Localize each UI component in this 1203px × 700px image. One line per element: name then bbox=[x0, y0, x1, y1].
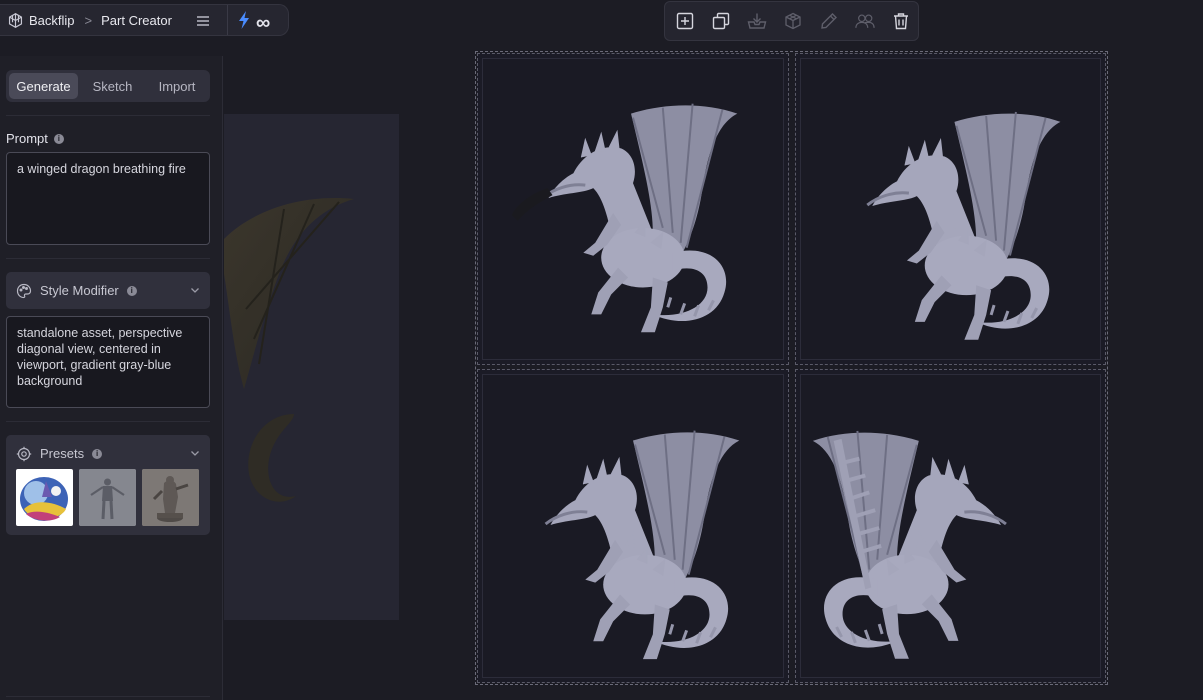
canvas-toolbar bbox=[664, 1, 919, 41]
style-modifier-input[interactable]: standalone asset, perspective diagonal v… bbox=[6, 316, 210, 408]
tab-sketch[interactable]: Sketch bbox=[78, 73, 147, 99]
breadcrumb-current[interactable]: Part Creator bbox=[101, 13, 172, 28]
mode-tabs: Generate Sketch Import bbox=[6, 70, 210, 102]
top-bar: Backflip > Part Creator ∞ bbox=[0, 4, 289, 36]
presets-header[interactable]: Presets i bbox=[6, 435, 210, 472]
result-thumbnail-3[interactable] bbox=[477, 369, 789, 683]
preset-watercolor[interactable] bbox=[16, 469, 73, 526]
result-thumbnail-1[interactable] bbox=[477, 53, 789, 365]
tab-generate[interactable]: Generate bbox=[9, 73, 78, 99]
brand[interactable]: Backflip > Part Creator bbox=[0, 5, 172, 35]
result-thumbnail-2[interactable] bbox=[795, 53, 1106, 365]
result-thumbnail-4[interactable] bbox=[795, 369, 1106, 683]
divider bbox=[6, 258, 210, 259]
tab-import[interactable]: Import bbox=[147, 73, 207, 99]
app-name: Backflip bbox=[29, 12, 75, 28]
divider bbox=[6, 115, 210, 116]
info-icon[interactable]: i bbox=[92, 448, 103, 459]
presets-label: Presets bbox=[40, 446, 85, 461]
credits-value: ∞ bbox=[256, 11, 271, 34]
divider bbox=[6, 696, 210, 697]
app-root: Backflip > Part Creator ∞ Generate Sketc… bbox=[0, 0, 1203, 700]
lightning-icon bbox=[238, 11, 250, 34]
prompt-input[interactable]: a winged dragon breathing fire bbox=[6, 152, 210, 245]
info-icon[interactable]: i bbox=[53, 133, 64, 144]
duplicate-icon[interactable] bbox=[711, 11, 731, 31]
cube-icon[interactable] bbox=[783, 11, 803, 31]
users-icon[interactable] bbox=[855, 11, 875, 31]
credits-indicator[interactable]: ∞ bbox=[238, 11, 270, 34]
style-modifier-header[interactable]: Style Modifier i bbox=[6, 272, 210, 309]
presets-section: Presets i bbox=[6, 435, 210, 535]
dragon-model-4 bbox=[811, 429, 1008, 661]
download-icon[interactable] bbox=[747, 11, 767, 31]
chevron-down-icon[interactable] bbox=[189, 284, 201, 296]
dragon-model-2 bbox=[865, 110, 1062, 342]
preset-miniature[interactable] bbox=[142, 469, 199, 526]
divider bbox=[6, 421, 210, 422]
style-modifier-label: Style Modifier bbox=[40, 283, 119, 298]
prompt-label-row: Prompt i bbox=[6, 131, 64, 146]
hamburger-menu-icon[interactable] bbox=[194, 12, 212, 30]
trash-icon[interactable] bbox=[891, 11, 911, 31]
edit-icon[interactable] bbox=[819, 11, 839, 31]
left-panel: Generate Sketch Import Prompt i a winged… bbox=[0, 56, 223, 700]
background-preview-image bbox=[224, 114, 399, 620]
target-icon bbox=[16, 446, 32, 462]
add-icon[interactable] bbox=[675, 11, 695, 31]
breadcrumb-separator: > bbox=[84, 12, 93, 28]
backflip-logo-icon bbox=[6, 11, 24, 29]
chevron-down-icon[interactable] bbox=[189, 447, 201, 459]
prompt-label: Prompt bbox=[6, 131, 48, 146]
palette-icon bbox=[16, 283, 32, 299]
top-bar-divider bbox=[227, 5, 228, 35]
info-icon[interactable]: i bbox=[126, 285, 137, 296]
dragon-model-3 bbox=[544, 429, 741, 661]
dragon-model-1 bbox=[511, 102, 739, 334]
preset-humanoid[interactable] bbox=[79, 469, 136, 526]
